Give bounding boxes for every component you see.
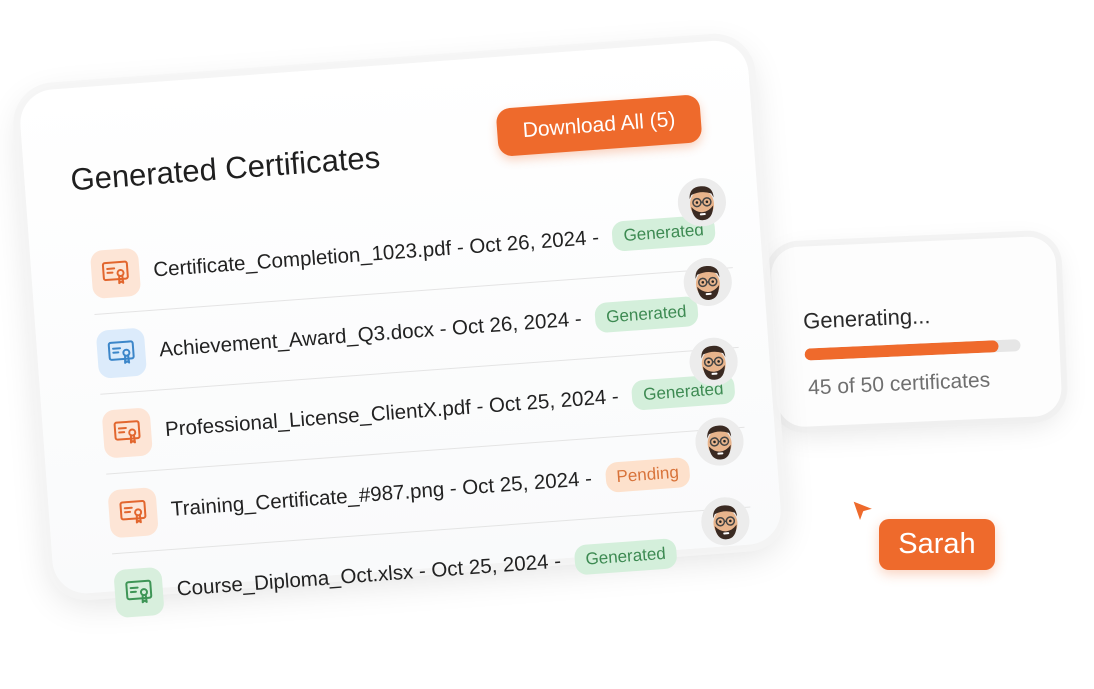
scene: Generating... 45 of 50 certificates Gene… <box>0 0 1094 689</box>
certificate-date: - Oct 25, 2024 - <box>412 548 568 583</box>
certificate-filename[interactable]: Certificate_Completion_1023.pdf <box>153 236 453 282</box>
generation-progress-card: Generating... 45 of 50 certificates <box>770 235 1063 428</box>
certificate-icon <box>107 486 159 538</box>
status-badge: Generated <box>573 537 678 575</box>
certificate-date: - Oct 25, 2024 - <box>443 466 599 501</box>
certificate-filename[interactable]: Course_Diploma_Oct.xlsx <box>176 560 414 601</box>
avatar <box>687 336 740 388</box>
card-title: Generated Certificates <box>69 139 382 198</box>
status-badge: Pending <box>604 456 691 493</box>
certificate-filename[interactable]: Professional_License_ClientX.pdf <box>164 395 471 441</box>
avatar <box>693 415 746 468</box>
certificate-filename[interactable]: Achievement_Award_Q3.docx <box>158 318 434 362</box>
certificate-list: Certificate_Completion_1023.pdf - Oct 26… <box>88 176 757 633</box>
certificate-date: - Oct 26, 2024 - <box>433 306 589 341</box>
certificate-filename[interactable]: Training_Certificate_#987.png <box>170 477 445 521</box>
status-badge: Generated <box>594 295 699 333</box>
certificate-icon <box>95 326 148 379</box>
collaborator-name-tag: Sarah <box>879 519 995 570</box>
download-all-button[interactable]: Download All (5) <box>495 94 703 157</box>
pointer-cursor-icon <box>848 496 878 531</box>
certificate-icon <box>89 247 142 299</box>
avatar <box>699 495 752 548</box>
avatar <box>682 256 734 308</box>
progress-count: 45 of 50 certificates <box>807 368 991 400</box>
certificate-icon <box>113 566 165 618</box>
certificate-icon <box>101 406 153 459</box>
progress-title: Generating... <box>802 303 931 334</box>
avatar <box>676 176 728 228</box>
certificate-date: - Oct 25, 2024 - <box>469 383 626 419</box>
progress-bar-fill <box>804 340 1000 361</box>
progress-bar <box>804 339 1021 361</box>
certificate-date: - Oct 26, 2024 - <box>450 224 606 260</box>
generated-certificates-card: Generated Certificates Download All (5) … <box>18 38 784 618</box>
